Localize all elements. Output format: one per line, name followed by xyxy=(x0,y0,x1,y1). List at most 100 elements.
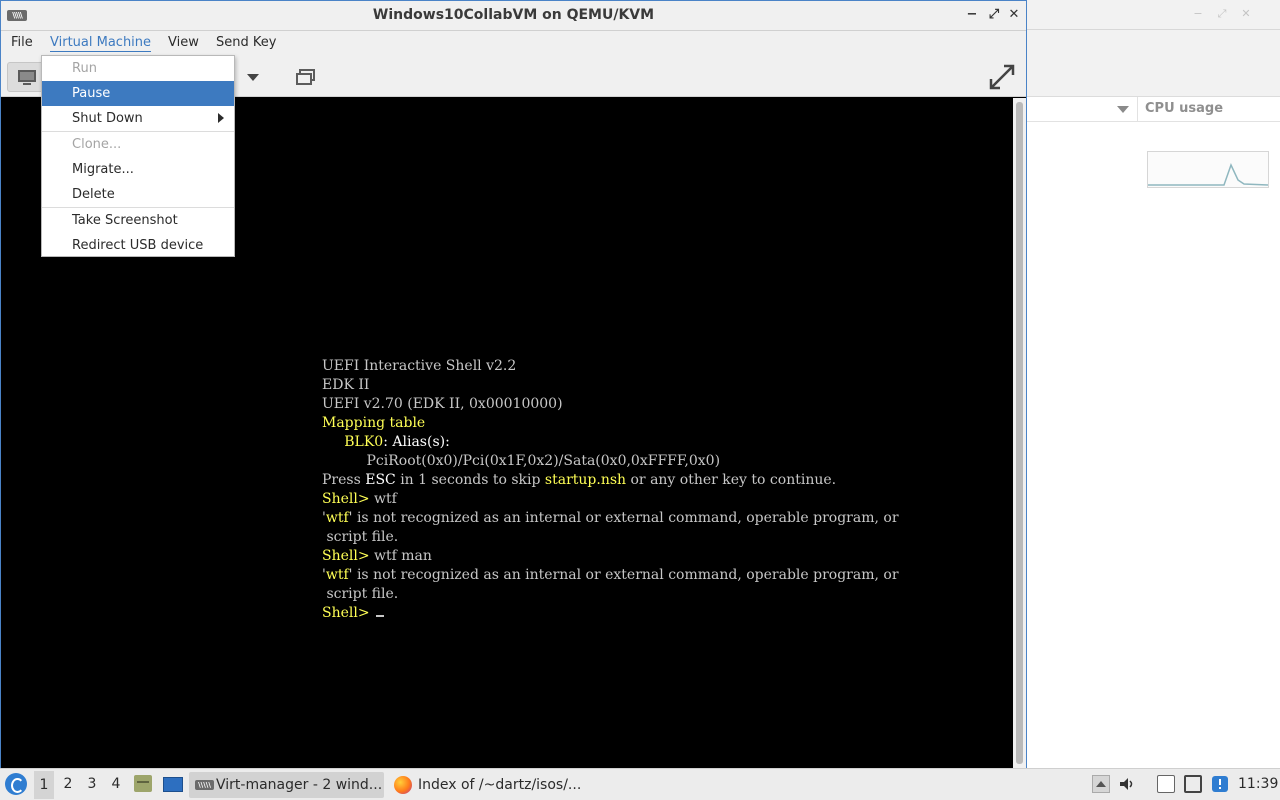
terminal-text: startup.nsh xyxy=(544,472,627,488)
menu-item-label: Clone... xyxy=(72,137,122,152)
terminal-line: Shell> wtf xyxy=(322,490,899,509)
terminal-text: ' is not recognized as an internal or ex… xyxy=(348,567,899,583)
terminal-line: PciRoot(0x0)/Pci(0x1F,0x2)/Sata(0x0,0xFF… xyxy=(322,452,899,471)
terminal-text: ESC xyxy=(365,472,396,488)
terminal-text: : Alias(s): xyxy=(383,434,450,450)
task-label: Virt-manager - 2 wind... xyxy=(216,777,383,793)
menu-item-label: Pause xyxy=(72,86,111,101)
terminal-text: ' is not recognized as an internal or ex… xyxy=(348,510,899,526)
terminal-text: UEFI v2.70 (EDK II, 0x00010000) xyxy=(322,396,563,412)
bg-close-icon[interactable]: ✕ xyxy=(1240,8,1252,20)
menu-item-run[interactable]: Run xyxy=(42,56,234,81)
terminal-text: script file. xyxy=(322,586,399,602)
clipboard-icon[interactable] xyxy=(1157,775,1175,793)
menu-file[interactable]: File xyxy=(11,35,33,50)
terminal-text: wtf xyxy=(325,510,349,526)
clock: 11:39 xyxy=(1238,776,1279,792)
terminal-text: Shell> xyxy=(322,605,370,621)
update-notifier-icon[interactable] xyxy=(1211,775,1229,793)
menu-item-shut-down[interactable]: Shut Down xyxy=(42,106,234,131)
terminal-text: EDK II xyxy=(322,377,370,393)
cpu-usage-column-header[interactable]: CPU usage xyxy=(1145,101,1223,116)
window-titlebar[interactable]: \\\\\ Windows10CollabVM on QEMU/KVM − ⤢ … xyxy=(1,1,1026,31)
terminal-text: wtf man xyxy=(369,548,432,564)
maximize-icon[interactable]: ⤢ xyxy=(986,7,1002,23)
terminal-line: Press ESC in 1 seconds to skip startup.n… xyxy=(322,471,899,490)
bg-toolbar xyxy=(1027,56,1280,97)
terminal-text: in 1 seconds to skip xyxy=(395,472,545,488)
terminal-text: Shell> xyxy=(322,548,370,564)
show-console-button[interactable] xyxy=(7,62,45,92)
workspace-3[interactable]: 3 xyxy=(82,776,102,792)
show-desktop-icon[interactable] xyxy=(163,777,183,792)
menu-item-delete[interactable]: Delete xyxy=(42,182,234,207)
terminal-line: 'wtf' is not recognized as an internal o… xyxy=(322,566,899,585)
fullscreen-button[interactable] xyxy=(987,62,1017,92)
terminal-line: Shell> wtf man xyxy=(322,547,899,566)
terminal-line: BLK0: Alias(s): xyxy=(322,433,899,452)
bg-menubar xyxy=(1027,30,1280,56)
terminal-text: UEFI Interactive Shell v2.2 xyxy=(322,358,517,374)
virt-manager-icon: \\\\\ xyxy=(195,780,214,790)
minimize-icon[interactable]: − xyxy=(964,7,980,23)
volume-icon[interactable] xyxy=(1118,775,1136,793)
monitor-icon xyxy=(18,70,36,82)
task-label: Index of /~dartz/isos/... xyxy=(418,777,582,793)
menu-item-clone[interactable]: Clone... xyxy=(42,132,234,157)
terminal-text: wtf xyxy=(325,567,349,583)
menu-item-label: Delete xyxy=(72,187,115,202)
task-firefox[interactable]: Index of /~dartz/isos/... xyxy=(391,772,591,798)
bg-maximize-icon[interactable]: ⤢ xyxy=(1216,8,1228,20)
cpu-usage-graph xyxy=(1147,151,1269,188)
vm-list-header: CPU usage xyxy=(1027,97,1280,122)
scrollbar-thumb[interactable] xyxy=(1016,102,1023,764)
start-menu-icon[interactable] xyxy=(5,773,27,795)
workspace-4[interactable]: 4 xyxy=(106,776,126,792)
menu-item-label: Shut Down xyxy=(72,111,143,126)
menu-item-label: Redirect USB device xyxy=(72,238,204,253)
menu-item-redirect-usb[interactable]: Redirect USB device xyxy=(42,233,234,258)
terminal-line: Shell> xyxy=(322,604,899,623)
workspace-1[interactable]: 1 xyxy=(34,771,54,799)
shutdown-dropdown-icon[interactable] xyxy=(247,74,259,81)
terminal-line: 'wtf' is not recognized as an internal o… xyxy=(322,509,899,528)
window-title: Windows10CollabVM on QEMU/KVM xyxy=(372,7,655,23)
terminal-text: script file. xyxy=(322,529,399,545)
bg-window-titlebar: − ⤢ ✕ xyxy=(1027,0,1280,30)
sort-arrow-icon[interactable] xyxy=(1117,106,1129,113)
snapshots-button[interactable] xyxy=(295,67,319,87)
menu-item-label: Run xyxy=(72,61,97,76)
terminal-text: or any other key to continue. xyxy=(626,472,837,488)
file-manager-icon[interactable] xyxy=(134,775,152,792)
taskbar: 1 2 3 4 \\\\\ Virt-manager - 2 wind... I… xyxy=(0,768,1280,800)
menu-item-migrate[interactable]: Migrate... xyxy=(42,157,234,182)
terminal-line: UEFI Interactive Shell v2.2 xyxy=(322,357,899,376)
terminal-text: BLK0 xyxy=(344,434,384,450)
bg-minimize-icon[interactable]: − xyxy=(1192,8,1204,20)
terminal-line: EDK II xyxy=(322,376,899,395)
terminal-text: Shell> xyxy=(322,491,370,507)
menu-virtual-machine[interactable]: Virtual Machine xyxy=(50,35,152,52)
terminal-text: PciRoot(0x0)/Pci(0x1F,0x2)/Sata(0x0,0xFF… xyxy=(322,453,721,469)
console-scrollbar[interactable] xyxy=(1013,98,1026,768)
terminal-line: UEFI v2.70 (EDK II, 0x00010000) xyxy=(322,395,899,414)
column-separator xyxy=(1137,97,1138,122)
terminal-cursor xyxy=(376,615,385,617)
task-virt-manager[interactable]: \\\\\ Virt-manager - 2 wind... xyxy=(189,772,384,798)
network-icon[interactable] xyxy=(1184,775,1202,793)
tray-expand-icon[interactable] xyxy=(1092,775,1110,793)
close-icon[interactable]: ✕ xyxy=(1006,7,1022,23)
menu-item-take-screenshot[interactable]: Take Screenshot xyxy=(42,208,234,233)
monitor-stand-icon xyxy=(23,83,31,85)
submenu-arrow-icon xyxy=(218,113,224,123)
terminal-text: wtf xyxy=(369,491,397,507)
workspace-2[interactable]: 2 xyxy=(58,776,78,792)
menu-item-pause[interactable]: Pause xyxy=(42,81,234,106)
cpu-sparkline xyxy=(1148,163,1269,186)
terminal-line: Mapping table xyxy=(322,414,899,433)
menu-view[interactable]: View xyxy=(168,35,199,50)
terminal-line: script file. xyxy=(322,585,899,604)
menu-send-key[interactable]: Send Key xyxy=(216,35,276,50)
